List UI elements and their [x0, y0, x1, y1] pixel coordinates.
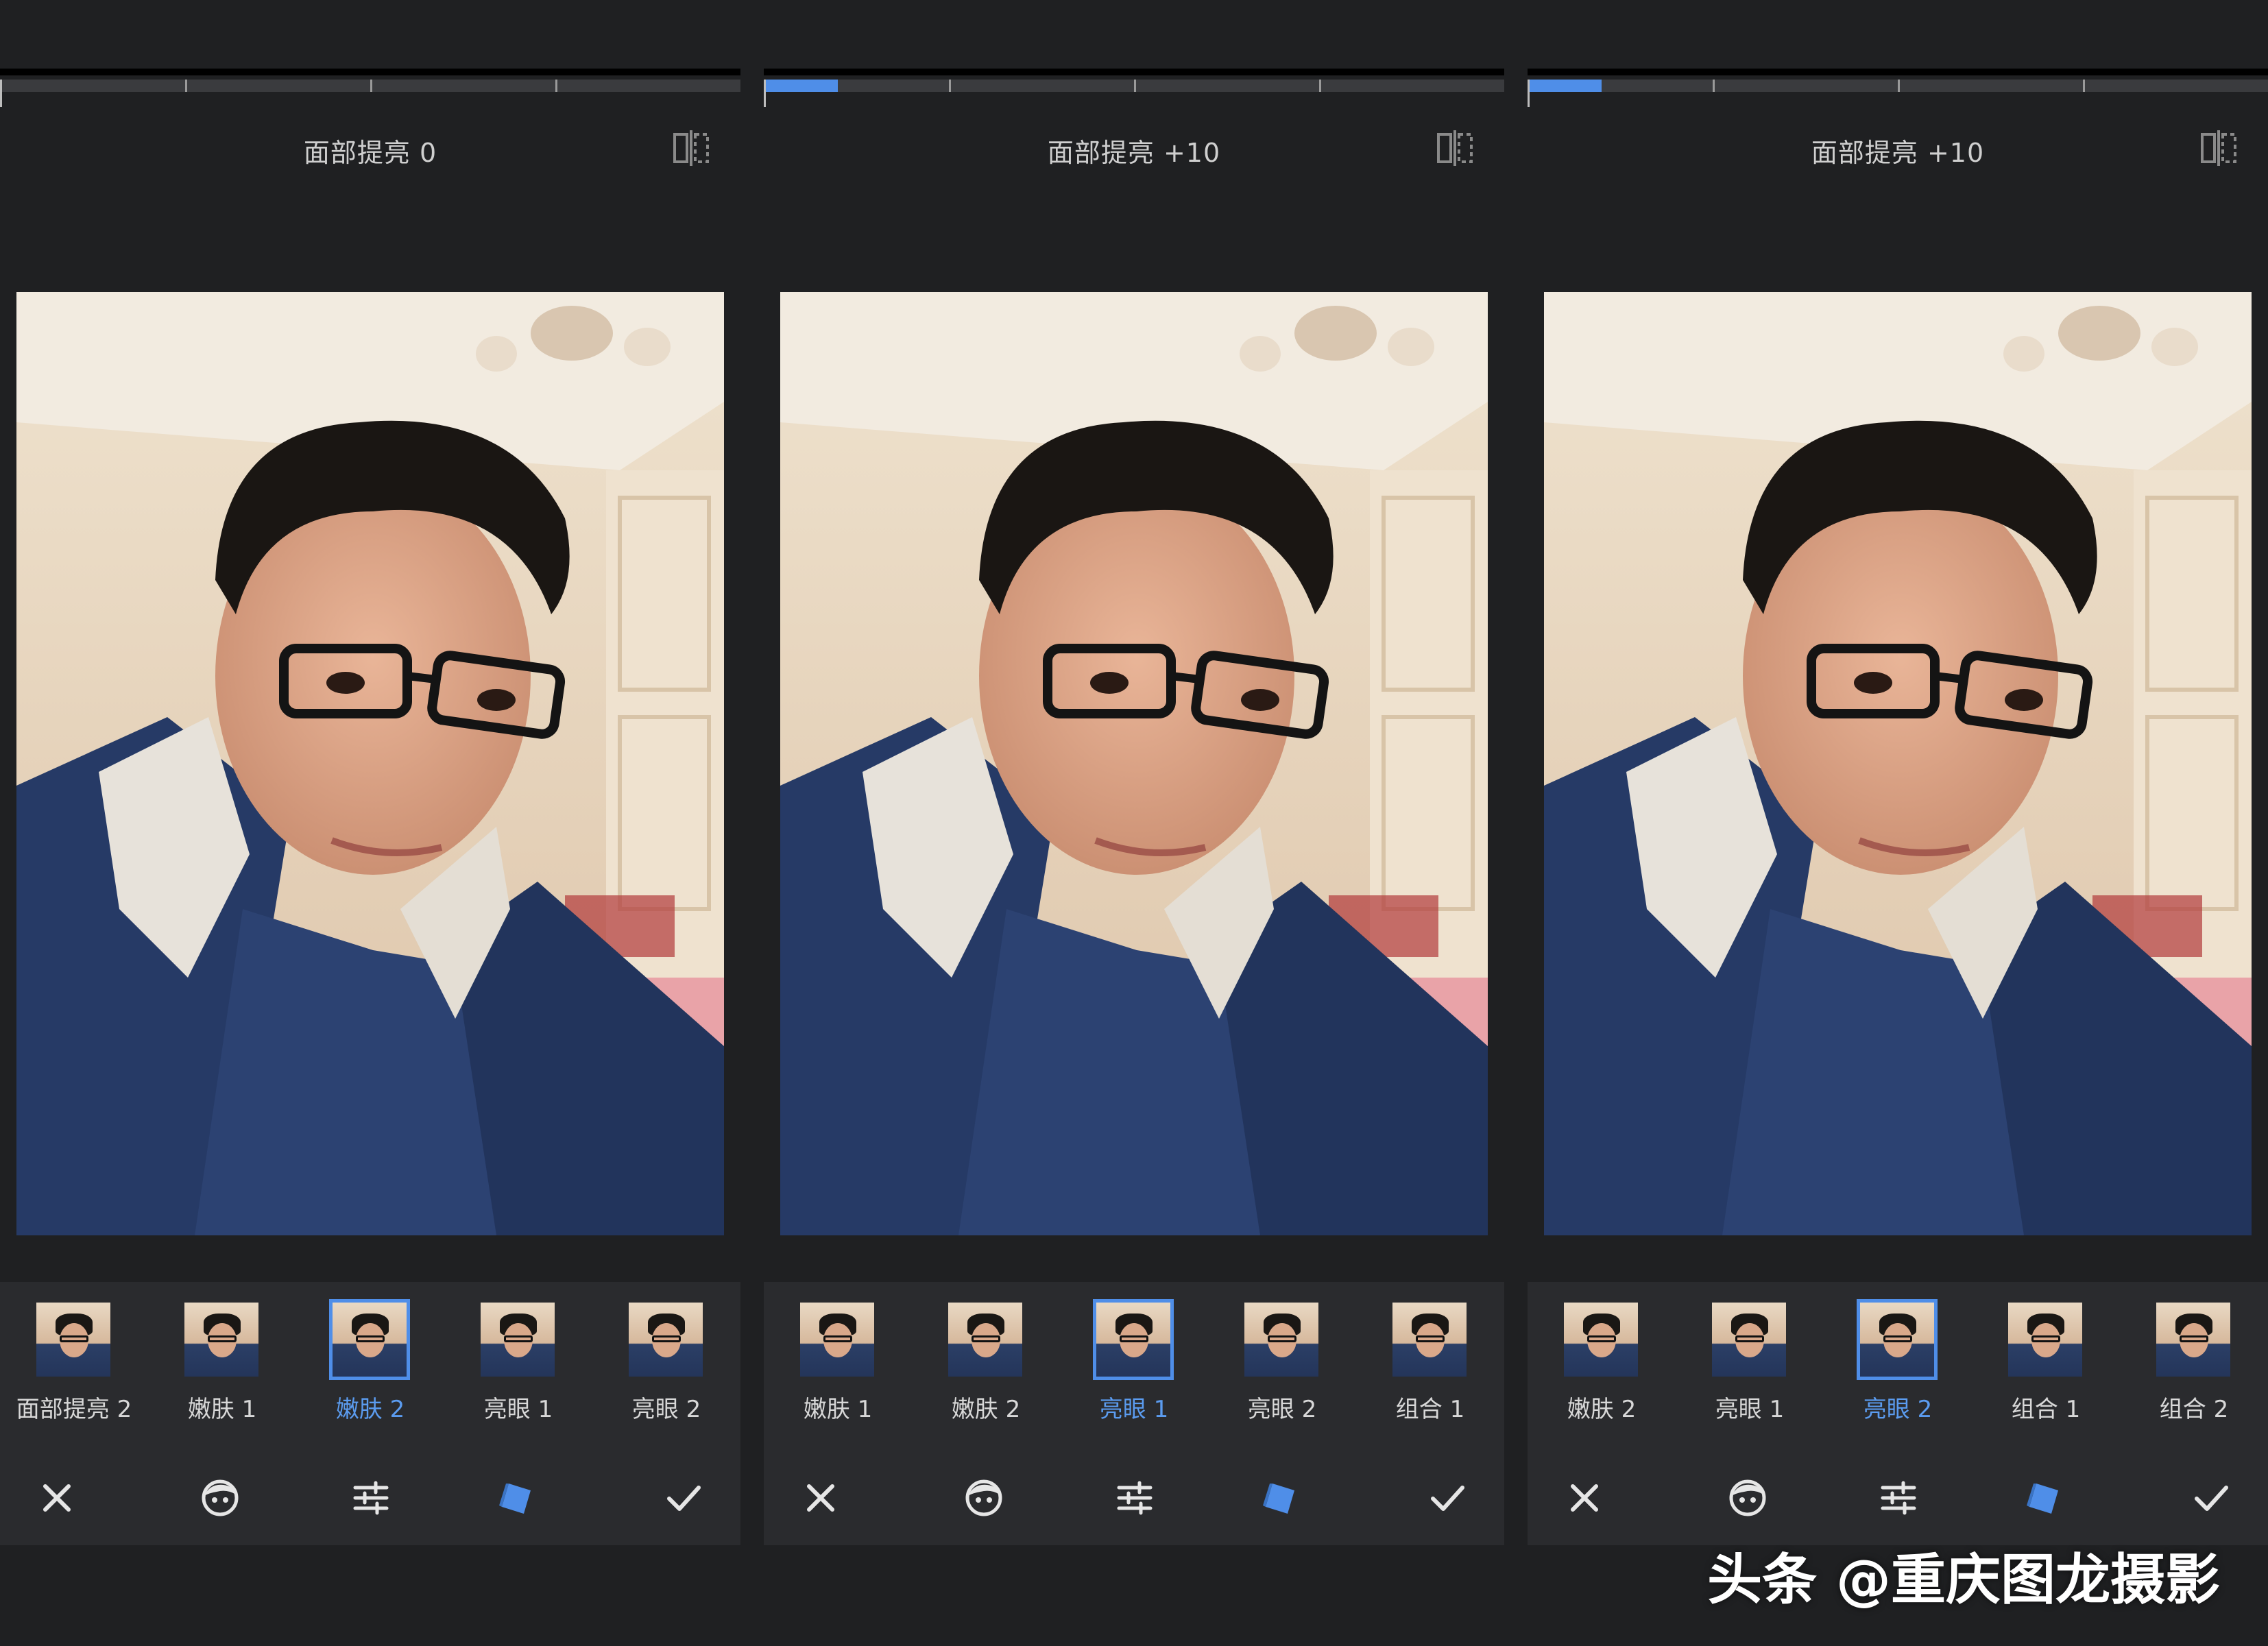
adjustment-value-label: 面部提亮 +10 — [1811, 138, 1985, 168]
preset-thumbnail[interactable] — [481, 1303, 555, 1377]
preset-thumbnail[interactable] — [948, 1303, 1022, 1377]
preset-item[interactable]: 嫩肤 1 — [776, 1303, 900, 1423]
slider-tick — [1319, 80, 1321, 92]
check-icon[interactable] — [1423, 1474, 1471, 1522]
preset-label: 嫩肤 1 — [803, 1396, 873, 1423]
slider-tick — [555, 80, 557, 92]
compare-icon[interactable] — [1436, 129, 1474, 167]
preset-thumbnail[interactable] — [1564, 1303, 1638, 1377]
editor-panel-2: 面部提亮 +10 嫩肤 1 嫩肤 2 亮眼 1 亮眼 2 组合 1 — [764, 0, 1504, 1646]
styles-icon[interactable] — [2021, 1474, 2069, 1522]
slider-top-bar — [764, 69, 1504, 75]
close-icon[interactable] — [33, 1474, 81, 1522]
face-icon[interactable] — [196, 1474, 244, 1522]
preset-label: 亮眼 1 — [1099, 1396, 1169, 1423]
adjust-icon[interactable] — [1874, 1474, 1922, 1522]
preset-thumbnail[interactable] — [36, 1303, 110, 1377]
preset-thumbnail[interactable] — [629, 1303, 703, 1377]
bottom-toolbar — [1528, 1453, 2268, 1542]
slider-tick — [2083, 80, 2085, 92]
value-slider[interactable] — [1528, 69, 2268, 107]
face-icon[interactable] — [1724, 1474, 1772, 1522]
preset-label: 亮眼 1 — [1715, 1396, 1785, 1423]
preset-label: 嫩肤 2 — [335, 1396, 405, 1423]
styles-icon[interactable] — [494, 1474, 542, 1522]
bottom-toolbar — [0, 1453, 740, 1542]
preset-item[interactable]: 亮眼 1 — [1072, 1299, 1196, 1423]
preset-label: 嫩肤 2 — [951, 1396, 1021, 1423]
preset-label: 组合 1 — [2011, 1396, 2081, 1423]
preset-item[interactable]: 嫩肤 2 — [924, 1303, 1048, 1423]
photo-preview — [780, 292, 1488, 1235]
slider-tick — [1713, 80, 1715, 92]
preset-thumbnail[interactable] — [1093, 1299, 1174, 1380]
preset-thumbnail[interactable] — [184, 1303, 258, 1377]
preset-thumbnail[interactable] — [2156, 1303, 2230, 1377]
preset-item[interactable]: 嫩肤 1 — [160, 1303, 284, 1423]
adjust-icon[interactable] — [347, 1474, 395, 1522]
preset-thumbnail[interactable] — [1244, 1303, 1318, 1377]
value-slider[interactable] — [0, 69, 740, 107]
preset-label: 面部提亮 2 — [16, 1396, 132, 1423]
check-icon[interactable] — [660, 1474, 708, 1522]
preset-thumbnail[interactable] — [2008, 1303, 2082, 1377]
preset-thumbnail[interactable] — [1392, 1303, 1467, 1377]
preset-item[interactable]: 亮眼 2 — [1220, 1303, 1344, 1423]
editor-panel-3: 面部提亮 +10 嫩肤 2 亮眼 1 亮眼 2 组合 1 组合 2 — [1528, 0, 2268, 1646]
slider-tick — [185, 80, 187, 92]
preset-label: 嫩肤 2 — [1567, 1396, 1637, 1423]
preset-item[interactable]: 组合 1 — [1368, 1303, 1492, 1423]
face-icon[interactable] — [960, 1474, 1008, 1522]
slider-tick — [370, 80, 372, 92]
preset-thumbnail[interactable] — [329, 1299, 410, 1380]
preset-item[interactable]: 嫩肤 2 — [309, 1299, 432, 1423]
adjustment-value-label: 面部提亮 0 — [303, 138, 437, 168]
close-icon[interactable] — [797, 1474, 845, 1522]
slider-start-marker — [764, 80, 766, 107]
slider-top-bar — [0, 69, 740, 75]
preset-item[interactable]: 亮眼 2 — [1836, 1299, 1959, 1423]
slider-tick — [1134, 80, 1136, 92]
slider-start-marker — [0, 80, 2, 107]
preset-label: 组合 2 — [2159, 1396, 2229, 1423]
preset-thumbnail[interactable] — [1712, 1303, 1786, 1377]
slider-tick — [1898, 80, 1900, 92]
preset-item[interactable]: 亮眼 2 — [605, 1303, 728, 1423]
value-slider[interactable] — [764, 69, 1504, 107]
compare-icon[interactable] — [2199, 129, 2238, 167]
slider-fill — [764, 80, 838, 92]
preset-thumbnail[interactable] — [1857, 1299, 1938, 1380]
slider-start-marker — [1528, 80, 1530, 107]
preset-item[interactable]: 组合 1 — [1984, 1303, 2108, 1423]
adjustment-value-label: 面部提亮 +10 — [1047, 138, 1221, 168]
preset-item[interactable]: 亮眼 1 — [1688, 1303, 1811, 1423]
preset-label: 亮眼 2 — [1863, 1396, 1933, 1423]
preset-item[interactable]: 嫩肤 2 — [1540, 1303, 1663, 1423]
preset-label: 亮眼 2 — [631, 1396, 701, 1423]
editor-panel-1: 面部提亮 0 面部提亮 2 嫩肤 1 嫩肤 2 亮眼 1 亮眼 2 — [0, 0, 740, 1646]
preset-item[interactable]: 面部提亮 2 — [12, 1303, 136, 1423]
check-icon[interactable] — [2187, 1474, 2235, 1522]
photo-preview — [16, 292, 724, 1235]
compare-icon[interactable] — [672, 129, 710, 167]
adjust-icon[interactable] — [1111, 1474, 1159, 1522]
preset-item[interactable]: 亮眼 1 — [457, 1303, 580, 1423]
photo-preview — [1544, 292, 2252, 1235]
slider-tick — [949, 80, 951, 92]
preset-item[interactable]: 组合 2 — [2132, 1303, 2256, 1423]
slider-fill — [1528, 80, 1602, 92]
close-icon[interactable] — [1560, 1474, 1608, 1522]
styles-icon[interactable] — [1257, 1474, 1305, 1522]
watermark-text: 头条 @重庆图龙摄影 — [1707, 1548, 2220, 1612]
bottom-toolbar — [764, 1453, 1504, 1542]
preset-label: 亮眼 2 — [1247, 1396, 1317, 1423]
preset-label: 组合 1 — [1395, 1396, 1465, 1423]
preset-label: 嫩肤 1 — [187, 1396, 257, 1423]
preset-thumbnail[interactable] — [800, 1303, 874, 1377]
slider-top-bar — [1528, 69, 2268, 75]
preset-label: 亮眼 1 — [483, 1396, 553, 1423]
